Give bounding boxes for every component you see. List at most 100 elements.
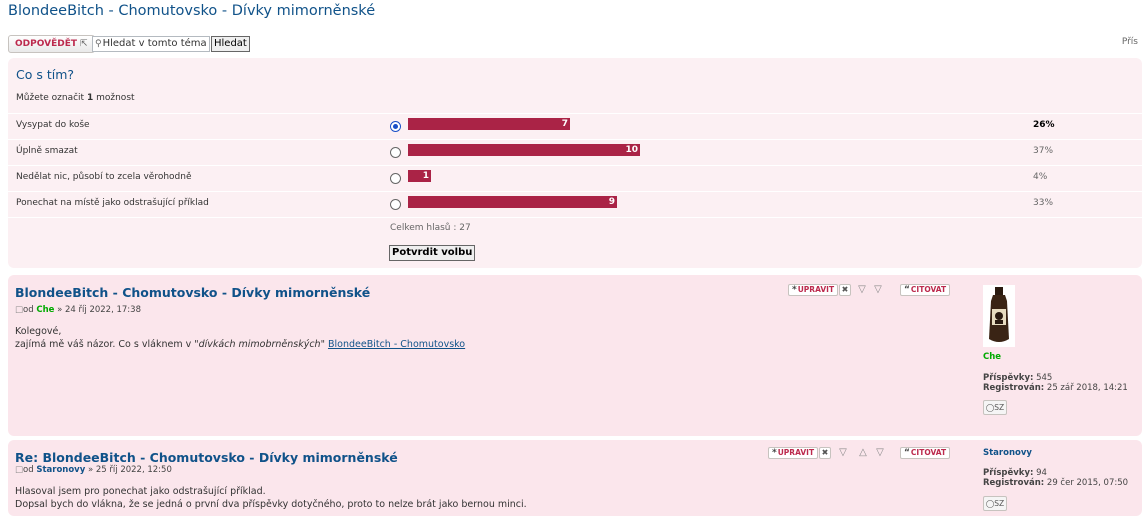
poll-vote-count: 7: [561, 119, 568, 129]
poll-result-bar: 7: [408, 118, 570, 130]
profile-posts-label: Příspěvky:: [983, 373, 1034, 383]
quote-button[interactable]: “CITOVAT: [900, 284, 951, 296]
search-icon: ⚲: [95, 39, 102, 49]
poll-result-bar: 1: [408, 170, 431, 182]
post-profile: Staronovy: [983, 448, 1032, 458]
post-line: Dopsal bych do vlákna, že se jedná o prv…: [15, 499, 527, 510]
poll-option-row: Nedělat nic, působí to zcela věrohodně 1…: [8, 165, 1142, 191]
post-line: Hlasoval jsem pro ponechat jako odstrašu…: [15, 486, 266, 497]
post-doc-icon: □: [15, 305, 24, 315]
poll-option-row: Úplně smazat 10 37%: [8, 139, 1142, 165]
post: Re: BlondeeBitch - Chomutovsko - Dívky m…: [8, 440, 1142, 516]
poll-option-label: Vysypat do koše: [16, 120, 90, 130]
profile-stats: Příspěvky: 94 Registrován: 29 čer 2015, …: [983, 468, 1128, 488]
poll-option-row: Vysypat do koše 7 26%: [8, 113, 1142, 139]
poll-option-label: Nedělat nic, působí to zcela věrohodně: [16, 172, 192, 182]
poll-option-radio[interactable]: [390, 199, 401, 210]
avatar[interactable]: [983, 285, 1015, 347]
post-author-link[interactable]: Staronovy: [36, 465, 85, 475]
edit-pencil-icon: *: [792, 285, 797, 295]
post-title[interactable]: Re: BlondeeBitch - Chomutovsko - Dívky m…: [15, 450, 398, 465]
pm-button[interactable]: ◯SZ: [983, 496, 1007, 511]
profile-registered-label: Registrován:: [983, 383, 1045, 393]
poll-percent: 26%: [1033, 120, 1055, 130]
post-by: od: [23, 305, 34, 315]
topic-toolbar: ODPOVĚDĚT ⇱ ⚲Hledat v tomto téma Hledat P…: [8, 35, 1142, 53]
poll-option-row: Ponechat na místě jako odstrašující přík…: [8, 191, 1142, 217]
poll-vote-count: 10: [625, 145, 638, 155]
edit-button-label: UPRAVIT: [797, 285, 835, 294]
profile-posts: Příspěvky: 545: [983, 373, 1128, 383]
edit-button[interactable]: *UPRAVIT: [768, 447, 819, 459]
profile-registered-label: Registrován:: [983, 478, 1045, 488]
report-icon[interactable]: ▽: [837, 447, 849, 459]
delete-icon[interactable]: ✖: [839, 284, 851, 296]
post-title[interactable]: BlondeeBitch - Chomutovsko - Dívky mimor…: [15, 285, 370, 300]
pm-button-label: SZ: [994, 499, 1005, 508]
poll-option-label: Ponechat na místě jako odstrašující přík…: [16, 198, 209, 208]
post: BlondeeBitch - Chomutovsko - Dívky mimor…: [8, 275, 1142, 436]
profile-posts-value: 94: [1036, 468, 1047, 478]
profile-username[interactable]: Che: [983, 352, 1001, 362]
user-icon: ◯: [985, 499, 995, 508]
topic-title[interactable]: BlondeeBitch - Chomutovsko - Dívky mimor…: [8, 3, 375, 19]
poll-hint-prefix: Můžete označit: [16, 93, 85, 103]
post-tools: *UPRAVIT ✖ ▽ ▽ “CITOVAT: [788, 284, 958, 296]
poll-panel: Co s tím? Můžete označit 1 možnost Vysyp…: [8, 58, 1142, 268]
info-icon[interactable]: ▽: [874, 447, 886, 459]
post-by: od: [23, 465, 34, 475]
poll-option-radio[interactable]: [390, 173, 401, 184]
quote-button[interactable]: “CITOVAT: [900, 447, 951, 459]
profile-posts-label: Příspěvky:: [983, 468, 1034, 478]
toolbar-right-link[interactable]: Přís: [1122, 37, 1138, 47]
post-quote-text: "dívkách mimobrněnských": [194, 339, 325, 350]
poll-hint: Můžete označit 1 možnost: [16, 93, 135, 103]
poll-hint-suffix: možnost: [96, 93, 135, 103]
profile-username[interactable]: Staronovy: [983, 448, 1032, 458]
topic-search-input[interactable]: ⚲Hledat v tomto téma: [92, 36, 210, 52]
post-link[interactable]: BlondeeBitch - Chomutovsko: [328, 339, 465, 350]
report-icon[interactable]: ▽: [856, 284, 868, 296]
warn-icon[interactable]: ▽: [872, 284, 884, 296]
post-date: » 25 říj 2022, 12:50: [87, 465, 172, 475]
poll-submit-button[interactable]: Potvrdit volbu: [389, 245, 476, 261]
post-profile: Che: [983, 352, 1001, 362]
profile-posts: Příspěvky: 94: [983, 468, 1128, 478]
poll-option-radio[interactable]: [390, 147, 401, 158]
edit-button-label: UPRAVIT: [777, 448, 815, 457]
profile-registered-value: 29 čer 2015, 07:50: [1046, 478, 1129, 488]
pm-button-label: SZ: [994, 403, 1005, 412]
pm-button[interactable]: ◯SZ: [983, 400, 1007, 415]
poll-question: Co s tím?: [16, 67, 75, 82]
post-content: Kolegové, zajímá mě váš názor. Co s vlák…: [15, 325, 465, 351]
user-icon: ◯: [985, 403, 995, 412]
reply-button[interactable]: ODPOVĚDĚT ⇱: [8, 35, 95, 53]
post-line: zajímá mě váš názor. Co s vláknem v "dív…: [15, 338, 465, 351]
delete-icon[interactable]: ✖: [819, 447, 831, 459]
poll-total-row: [8, 217, 1142, 269]
post-line: Kolegové,: [15, 326, 62, 337]
profile-registered: Registrován: 29 čer 2015, 07:50: [983, 478, 1128, 488]
quote-button-label: CITOVAT: [910, 448, 947, 457]
poll-vote-count: 1: [422, 171, 429, 181]
poll-percent: 37%: [1033, 146, 1054, 156]
post-author-link[interactable]: Che: [36, 305, 54, 315]
poll-percent: 33%: [1033, 198, 1054, 208]
post-line-text: zajímá mě váš názor. Co s vláknem v: [15, 339, 195, 350]
warning-icon[interactable]: △: [857, 447, 869, 459]
profile-posts-value: 545: [1036, 373, 1053, 383]
profile-registered-value: 25 zář 2018, 14:21: [1046, 383, 1128, 393]
poll-percent: 4%: [1033, 172, 1048, 182]
poll-vote-count: 9: [608, 197, 615, 207]
poll-option-radio[interactable]: [390, 121, 401, 132]
edit-button[interactable]: *UPRAVIT: [788, 284, 839, 296]
poll-result-bar: 10: [408, 144, 640, 156]
poll-option-label: Úplně smazat: [16, 146, 78, 156]
reply-button-label: ODPOVĚDĚT: [15, 39, 77, 49]
post-meta: □od Che » 24 říj 2022, 17:38: [15, 305, 141, 315]
poll-total-votes: Celkem hlasů : 27: [390, 223, 471, 233]
reply-arrow-icon: ⇱: [80, 39, 88, 49]
post-date: » 24 říj 2022, 17:38: [57, 305, 141, 315]
quote-button-label: CITOVAT: [910, 285, 947, 294]
search-button[interactable]: Hledat: [211, 36, 250, 52]
